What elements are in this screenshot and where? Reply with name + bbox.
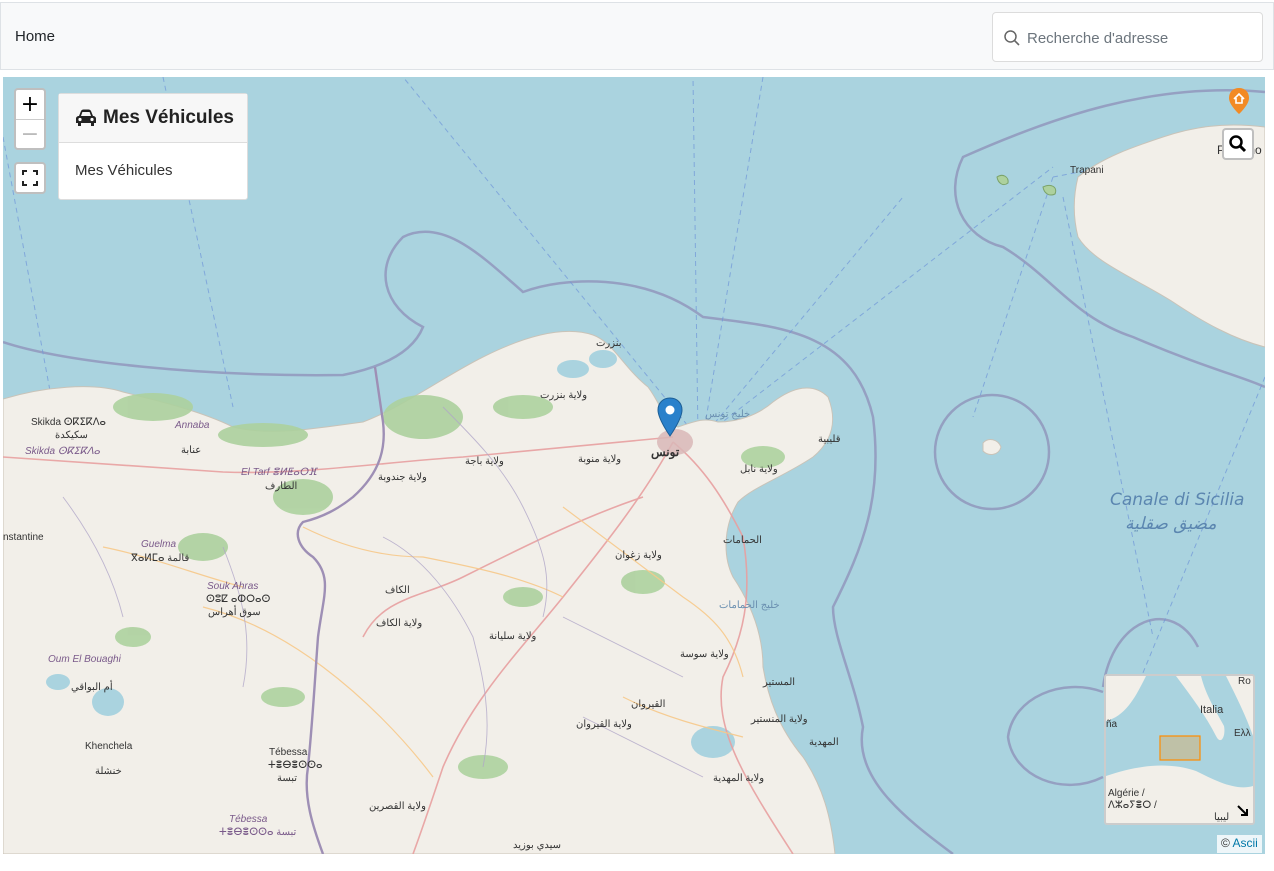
- label-bizerte: بنزرت: [596, 338, 622, 349]
- attribution-prefix: ©: [1221, 836, 1230, 850]
- zoom-in-button[interactable]: +: [16, 90, 44, 119]
- top-navbar: Home: [0, 2, 1274, 70]
- map-search-button[interactable]: [1222, 128, 1254, 160]
- label-zaghouan: ولاية زغوان: [615, 550, 662, 561]
- label-bizerte-gov: ولاية بنزرت: [540, 390, 588, 401]
- label-souk-ahras-tz: ⵙⵓⵇ ⴰⵀⵔⴰⵙ: [206, 594, 271, 605]
- label-el-tarf: El Tarf ⴻⵍⵟⴰⵔⴼ: [241, 467, 317, 478]
- vehicles-panel-item[interactable]: Mes Véhicules: [59, 143, 247, 198]
- minimap-label-algerie-2: ⴷⵣⴰⵢⴻⵔ /: [1108, 800, 1157, 811]
- minimap-toggle-icon[interactable]: [1236, 804, 1250, 818]
- label-kasserine: ولاية القصرين: [369, 801, 426, 812]
- location-marker-icon[interactable]: [657, 397, 683, 437]
- label-tunis: تونس: [651, 445, 680, 459]
- label-siliana: ولاية سليانة: [489, 631, 537, 642]
- label-manouba: ولاية منوبة: [578, 454, 622, 465]
- minimap-label-libya: ليبيا: [1214, 812, 1230, 823]
- fullscreen-icon: [22, 170, 38, 186]
- label-kairouan: ولاية القيروان: [576, 719, 632, 730]
- label-monastir: ولاية المنستير: [751, 714, 808, 725]
- vehicles-panel-title: Mes Véhicules: [103, 107, 234, 128]
- label-khenchela: Khenchela: [85, 741, 133, 752]
- label-tebessa-ar: تبسة: [277, 773, 298, 784]
- label-nabeul: ولاية نابل: [740, 464, 778, 475]
- label-mahdia: ولاية المهدية: [713, 773, 765, 784]
- label-kef-city: الكاف: [385, 585, 410, 596]
- label-gulf-tunis: خليج تونس: [705, 409, 751, 420]
- attribution-link[interactable]: Ascii: [1233, 836, 1258, 850]
- fullscreen-button[interactable]: [14, 162, 46, 194]
- label-guelma-ar: ⴳⴰⵍⵎⴰ قالمة: [131, 553, 190, 564]
- map-attribution: © Ascii: [1217, 835, 1262, 853]
- vehicles-panel-header[interactable]: Mes Véhicules: [59, 94, 247, 143]
- label-hammamet: الحمامات: [723, 535, 762, 546]
- label-tebessa-tz: ⵜⴻⴱⴻⵙⵙⴰ: [268, 760, 323, 771]
- label-kelibia: قليبية: [818, 434, 841, 445]
- label-kairouan-city: القيروان: [631, 699, 666, 710]
- label-tebessa: Tébessa: [269, 747, 308, 758]
- label-jendouba: ولاية جندوبة: [378, 472, 427, 483]
- minimap[interactable]: Italia Ro Ελλ ña Algérie / ⴷⵣⴰⵢⴻⵔ / ليبي…: [1104, 674, 1255, 825]
- label-skikda: Skikda ⵙⴽⵉⴽⴷⴰ: [31, 417, 106, 428]
- minimap-label-algerie: Algérie /: [1108, 788, 1145, 799]
- home-poi-icon[interactable]: [1228, 87, 1250, 115]
- address-search-input[interactable]: [1027, 25, 1255, 51]
- label-trapani: Trapani: [1070, 165, 1104, 176]
- label-canale-di-sicilia-ar: مضيق صقلية: [1125, 514, 1217, 534]
- zoom-out-button[interactable]: −: [16, 119, 44, 148]
- label-canale-di-sicilia: Canale di Sicilia: [1110, 490, 1245, 510]
- label-souk-ahras-ar: سوق أهراس: [208, 607, 261, 618]
- search-icon: [1229, 135, 1247, 153]
- breadcrumb-home[interactable]: Home: [15, 28, 55, 45]
- label-skikda-ar: سكيكدة: [55, 430, 88, 441]
- label-oum-el-bouaghi: Oum El Bouaghi: [48, 654, 121, 665]
- car-icon: [76, 109, 96, 126]
- label-skikda-2: Skikda ⵙⴽⵉⴽⴷⴰ: [25, 446, 100, 457]
- label-oum-el-bouaghi-ar: أم البواقي: [71, 682, 113, 693]
- label-beja: ولاية باجة: [465, 456, 504, 467]
- label-constantine: nstantine: [3, 532, 44, 543]
- label-guelma: Guelma: [141, 539, 177, 550]
- label-el-tarf-ar: الطارف: [265, 481, 298, 492]
- label-monastir-city: المستير: [763, 677, 796, 688]
- label-tebessa-2: Tébessa: [229, 814, 268, 825]
- search-icon: [1004, 30, 1020, 46]
- label-kef: ولاية الكاف: [376, 618, 423, 629]
- label-tebessa-2-ar: ⵜⴻⴱⴻⵙⵙⴰ تبسة: [219, 827, 297, 838]
- minimap-label-elas: Ελλ: [1234, 728, 1251, 739]
- minimap-label-ro: Ro: [1238, 676, 1251, 687]
- vehicles-panel: Mes Véhicules Mes Véhicules: [58, 93, 248, 200]
- label-mahdia-city: المهدية: [809, 737, 839, 748]
- label-souk-ahras: Souk Ahras: [207, 581, 259, 592]
- minimap-label-spain: ña: [1106, 719, 1118, 730]
- label-annaba: Annaba: [175, 420, 210, 431]
- minimap-label-italia: Italia: [1200, 704, 1224, 716]
- map-view[interactable]: Skikda ⵙⴽⵉⴽⴷⴰ سكيكدة Skikda ⵙⴽⵉⴽⴷⴰ Annab…: [3, 77, 1265, 854]
- label-annaba-ar: عنابة: [181, 445, 202, 456]
- zoom-control: + −: [14, 88, 46, 150]
- label-gulf-hammamet: خليج الحمامات: [719, 600, 780, 611]
- label-sidi-bouzid: سيدي بوزيد: [513, 840, 562, 851]
- label-khenchela-ar: خنشلة: [95, 766, 122, 777]
- label-sousse: ولاية سوسة: [680, 649, 729, 660]
- address-search-box[interactable]: [992, 12, 1263, 62]
